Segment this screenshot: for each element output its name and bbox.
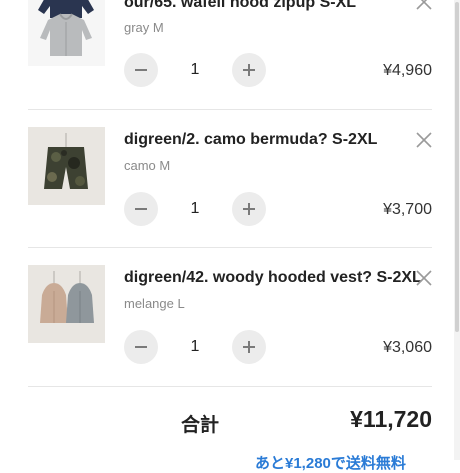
cart-item: our/65. wafell hood zipup S-XL gray M 1 …: [0, 0, 460, 110]
divider: [28, 386, 432, 387]
increase-quantity-button[interactable]: [232, 192, 266, 226]
product-variant: gray M: [124, 20, 164, 35]
item-price: ¥4,960: [383, 62, 432, 79]
decrease-quantity-button[interactable]: [124, 53, 158, 87]
increase-quantity-button[interactable]: [232, 330, 266, 364]
product-image[interactable]: [28, 265, 105, 343]
total-value: ¥11,720: [350, 406, 432, 432]
minus-icon: [135, 69, 147, 71]
item-price: ¥3,700: [383, 201, 432, 218]
hoodie-product-image: [38, 0, 94, 56]
product-name[interactable]: digreen/42. woody hooded vest? S-2XL: [124, 269, 422, 287]
scrollbar-thumb[interactable]: [455, 2, 459, 332]
plus-icon: [243, 64, 255, 76]
remove-item-button[interactable]: [414, 0, 434, 12]
product-name[interactable]: digreen/2. camo bermuda? S-2XL: [124, 131, 377, 149]
product-name[interactable]: our/65. wafell hood zipup S-XL: [124, 0, 356, 12]
free-shipping-promo-link[interactable]: あと¥1,280で送料無料: [255, 452, 406, 473]
product-variant: melange L: [124, 296, 185, 311]
plus-icon: [243, 203, 255, 215]
product-image[interactable]: [28, 127, 105, 205]
increase-quantity-button[interactable]: [232, 53, 266, 87]
close-icon: [416, 132, 432, 148]
decrease-quantity-button[interactable]: [124, 192, 158, 226]
minus-icon: [135, 346, 147, 348]
remove-item-button[interactable]: [414, 268, 434, 288]
product-variant: camo M: [124, 158, 171, 173]
decrease-quantity-button[interactable]: [124, 330, 158, 364]
hooded-vest-product-image: [40, 271, 94, 323]
item-price: ¥3,060: [383, 339, 432, 356]
camo-shorts-product-image: [44, 133, 88, 189]
plus-icon: [243, 341, 255, 353]
close-icon: [416, 270, 432, 286]
cart-item: digreen/42. woody hooded vest? S-2XL mel…: [0, 248, 460, 386]
quantity-value: 1: [190, 61, 200, 78]
quantity-value: 1: [190, 200, 200, 217]
minus-icon: [135, 208, 147, 210]
remove-item-button[interactable]: [414, 130, 434, 150]
cart-item: digreen/2. camo bermuda? S-2XL camo M 1 …: [0, 110, 460, 248]
total-label: 合計: [181, 415, 220, 436]
quantity-value: 1: [190, 338, 200, 355]
close-icon: [416, 0, 432, 10]
product-image[interactable]: [28, 0, 105, 66]
